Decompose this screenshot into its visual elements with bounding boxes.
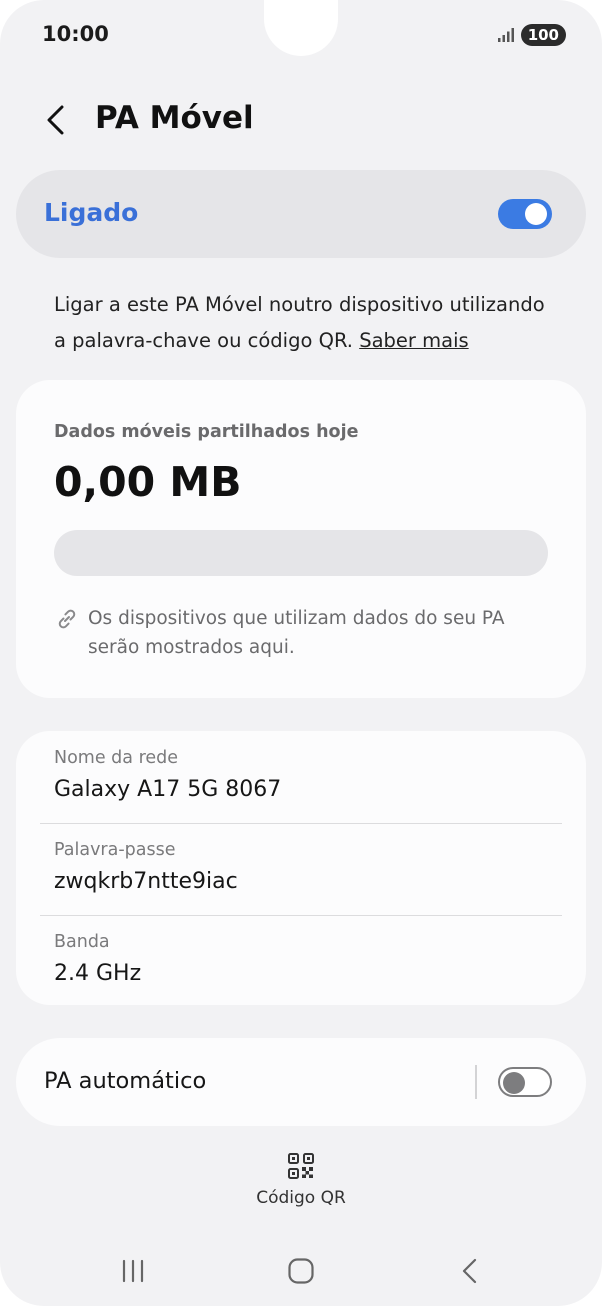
- description-body: Ligar a este PA Móvel noutro dispositivo…: [54, 293, 545, 352]
- page-title: PA Móvel: [95, 100, 254, 136]
- master-switch-row[interactable]: Ligado: [16, 170, 586, 258]
- qr-code-icon: [288, 1153, 314, 1179]
- status-icons: 100: [497, 24, 566, 46]
- recent-apps-button[interactable]: [113, 1254, 153, 1288]
- signal-icon: [497, 28, 514, 42]
- home-button[interactable]: [281, 1254, 321, 1288]
- qr-code-button[interactable]: Código QR: [240, 1152, 362, 1222]
- back-arrow-icon: [462, 1258, 477, 1284]
- link-icon: [58, 609, 76, 629]
- toggle-knob: [503, 1071, 525, 1094]
- band-value: 2.4 GHz: [54, 961, 142, 986]
- toggle-knob: [525, 203, 547, 225]
- band-row[interactable]: Banda 2.4 GHz: [16, 915, 586, 1007]
- camera-notch: [264, 0, 338, 56]
- network-name-value: Galaxy A17 5G 8067: [54, 777, 282, 802]
- learn-more-link[interactable]: Saber mais: [359, 329, 468, 352]
- description-text: Ligar a este PA Móvel noutro dispositivo…: [54, 287, 554, 359]
- usage-value: 0,00 MB: [54, 458, 242, 506]
- connected-devices-note: Os dispositivos que utilizam dados do se…: [88, 608, 505, 658]
- network-name-label: Nome da rede: [54, 748, 179, 768]
- password-label: Palavra-passe: [54, 840, 176, 860]
- password-row[interactable]: Palavra-passe zwqkrb7ntte9iac: [16, 823, 586, 915]
- master-switch-label: Ligado: [44, 198, 139, 227]
- recent-apps-icon: [122, 1259, 144, 1283]
- auto-hotspot-toggle[interactable]: [498, 1067, 552, 1097]
- auto-hotspot-row[interactable]: PA automático: [16, 1038, 586, 1126]
- system-back-button[interactable]: [450, 1254, 490, 1288]
- back-button[interactable]: [38, 102, 74, 138]
- chevron-left-icon: [47, 105, 64, 135]
- battery-indicator: 100: [520, 24, 566, 46]
- usage-progress-bar: [54, 530, 548, 576]
- system-navigation-bar: [0, 1246, 602, 1296]
- qr-code-label: Código QR: [256, 1188, 346, 1208]
- network-info-card: Nome da rede Galaxy A17 5G 8067 Palavra-…: [16, 731, 586, 1005]
- band-label: Banda: [54, 932, 110, 952]
- network-name-row[interactable]: Nome da rede Galaxy A17 5G 8067: [16, 731, 586, 823]
- status-time: 10:00: [42, 22, 109, 46]
- vertical-divider: [475, 1065, 477, 1099]
- home-icon: [288, 1258, 314, 1284]
- data-usage-card: Dados móveis partilhados hoje 0,00 MB Os…: [16, 380, 586, 698]
- app-header: PA Móvel: [0, 96, 602, 144]
- phone-screen: 10:00 100 PA Móvel Ligado Ligar a este P…: [0, 0, 602, 1306]
- usage-label: Dados móveis partilhados hoje: [54, 422, 359, 442]
- master-toggle[interactable]: [498, 199, 552, 229]
- auto-hotspot-label: PA automático: [44, 1068, 207, 1094]
- password-value: zwqkrb7ntte9iac: [54, 869, 238, 894]
